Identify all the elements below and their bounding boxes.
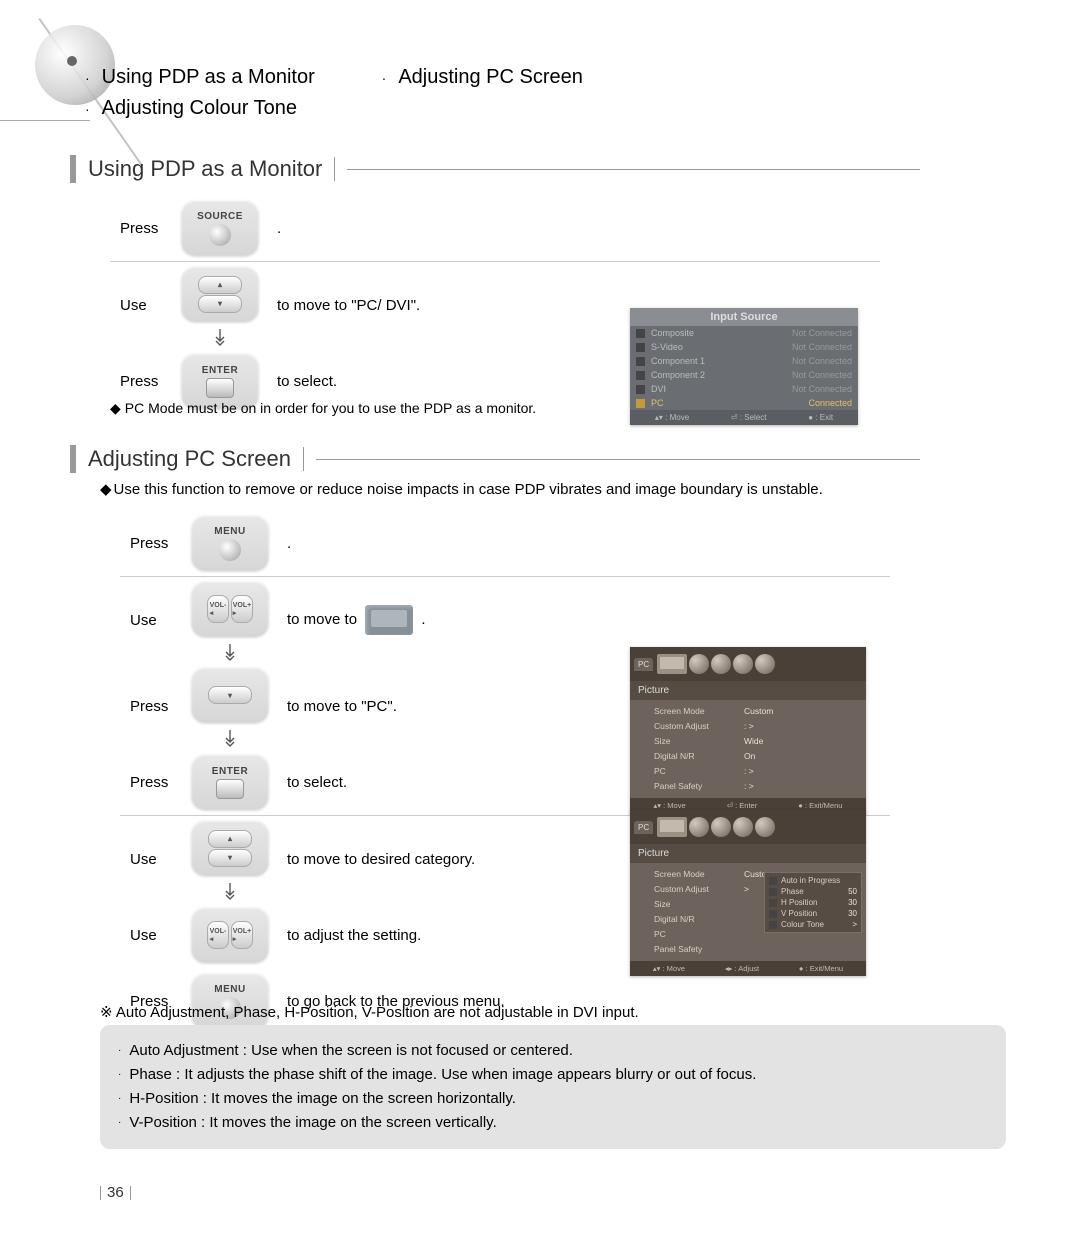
- def-h-position: H-Position : It moves the image on the s…: [129, 1090, 516, 1107]
- enter-button-icon: ENTER: [191, 754, 269, 810]
- osd3-subrow: Auto in Progress: [765, 875, 861, 886]
- def-phase: Phase : It adjusts the phase shift of th…: [129, 1066, 756, 1083]
- monitor-icon: [657, 654, 687, 674]
- osd3-submenu: Auto in ProgressPhase50H Position30V Pos…: [764, 872, 862, 933]
- arrow-down-icon: [213, 328, 227, 346]
- s2-step3-label: Press: [120, 698, 185, 715]
- topic-list: · Using PDP as a Monitor · Adjusting PC …: [85, 62, 583, 124]
- def-auto-adjustment: Auto Adjustment : Use when the screen is…: [129, 1042, 573, 1059]
- section2-header: Adjusting PC Screen: [70, 445, 920, 473]
- s1-step2-label: Use: [110, 297, 175, 314]
- s1-step1-text: .: [277, 220, 281, 237]
- left-right-button-icon: VOL-◂VOL+▸: [191, 581, 269, 637]
- manual-page: · Using PDP as a Monitor · Adjusting PC …: [0, 0, 1073, 1241]
- osd2-row: Custom Adjust: >: [654, 719, 866, 734]
- def-v-position: V-Position : It moves the image on the s…: [129, 1114, 496, 1131]
- arrow-down-icon: [223, 882, 237, 900]
- osd1-footer-move: ▴▾ : Move: [655, 413, 689, 422]
- osd2-row: Screen ModeCustom: [654, 704, 866, 719]
- osd2-row: PC: >: [654, 764, 866, 779]
- osd3-side: Picture: [630, 844, 866, 863]
- s1-step2-text: to move to "PC/ DVI".: [277, 297, 420, 314]
- up-down-button-icon: ▴▾: [191, 820, 269, 876]
- osd1-title: Input Source: [630, 308, 858, 326]
- osd2-tab: PC: [634, 658, 653, 671]
- s2-step4-text: to select.: [287, 774, 347, 791]
- monitor-icon: [365, 605, 413, 635]
- osd2-row: Digital N/ROn: [654, 749, 866, 764]
- s2-step1-text: .: [287, 535, 291, 552]
- topic-1: Using PDP as a Monitor: [102, 62, 382, 92]
- osd1-footer-select: ⏎ : Select: [731, 413, 767, 422]
- arrow-down-icon: [223, 643, 237, 661]
- s2-step3-text: to move to "PC".: [287, 698, 397, 715]
- osd-pc-picture: PC Picture Screen ModeCustomCustom Adjus…: [630, 647, 866, 813]
- s2-step2-text: to move to .: [287, 605, 426, 635]
- osd3-subrow: V Position30: [765, 908, 861, 919]
- osd-input-source: Input Source CompositeNot ConnectedS-Vid…: [630, 308, 858, 425]
- osd3-subrow: Phase50: [765, 886, 861, 897]
- s1-step1: Press SOURCE .: [110, 195, 880, 261]
- osd1-row: DVINot Connected: [630, 382, 858, 396]
- definitions-box: ·Auto Adjustment : Use when the screen i…: [100, 1025, 1006, 1149]
- up-down-button-icon: ▴▾: [181, 266, 259, 322]
- section1-title: Using PDP as a Monitor: [88, 156, 322, 182]
- osd1-row: Component 2Not Connected: [630, 368, 858, 382]
- s2-step2-label: Use: [120, 612, 185, 629]
- menu-button-icon: MENU: [191, 515, 269, 571]
- osd1-row: Component 1Not Connected: [630, 354, 858, 368]
- osd2-row: Panel Safety: >: [654, 779, 866, 794]
- section2-intro: ◆Use this function to remove or reduce n…: [100, 480, 823, 498]
- osd1-row: PCConnected: [630, 396, 858, 410]
- topic-2: Adjusting PC Screen: [398, 62, 583, 92]
- s2-step5-text: to move to desired category.: [287, 851, 475, 868]
- osd3-subrow: Colour Tone>: [765, 919, 861, 930]
- s2-step6-text: to adjust the setting.: [287, 927, 421, 944]
- osd3-subrow: H Position30: [765, 897, 861, 908]
- source-button-icon: SOURCE: [181, 200, 259, 256]
- dvi-footnote: ※ Auto Adjustment, Phase, H-Position, V-…: [100, 1003, 639, 1021]
- osd1-row: S-VideoNot Connected: [630, 340, 858, 354]
- osd3-tab: PC: [634, 821, 653, 834]
- arrow-down-icon: [223, 729, 237, 747]
- section1-header: Using PDP as a Monitor: [70, 155, 920, 183]
- down-button-icon: ▾: [191, 667, 269, 723]
- section2-title: Adjusting PC Screen: [88, 446, 291, 472]
- topic-3: Adjusting Colour Tone: [102, 93, 297, 123]
- left-right-button-icon: VOL-◂VOL+▸: [191, 907, 269, 963]
- osd2-side: Picture: [630, 681, 866, 700]
- s2-step6-label: Use: [120, 927, 185, 944]
- s1-step1-label: Press: [110, 220, 175, 237]
- osd3-row: Panel Safety: [654, 942, 866, 957]
- s1-step3-label: Press: [110, 373, 175, 390]
- osd2-row: SizeWide: [654, 734, 866, 749]
- osd1-row: CompositeNot Connected: [630, 326, 858, 340]
- monitor-icon: [657, 817, 687, 837]
- s2-step1: Press MENU .: [120, 510, 890, 576]
- s2-step4-label: Press: [120, 774, 185, 791]
- osd1-footer-exit: ● : Exit: [808, 413, 833, 422]
- page-number: 36: [100, 1184, 131, 1201]
- s1-step3-text: to select.: [277, 373, 337, 390]
- osd-pc-submenu: PC Picture Screen ModeCustomCustom Adjus…: [630, 810, 866, 976]
- section1-note: ◆PC Mode must be on in order for you to …: [110, 400, 536, 417]
- s2-step5-label: Use: [120, 851, 185, 868]
- s2-step1-label: Press: [120, 535, 185, 552]
